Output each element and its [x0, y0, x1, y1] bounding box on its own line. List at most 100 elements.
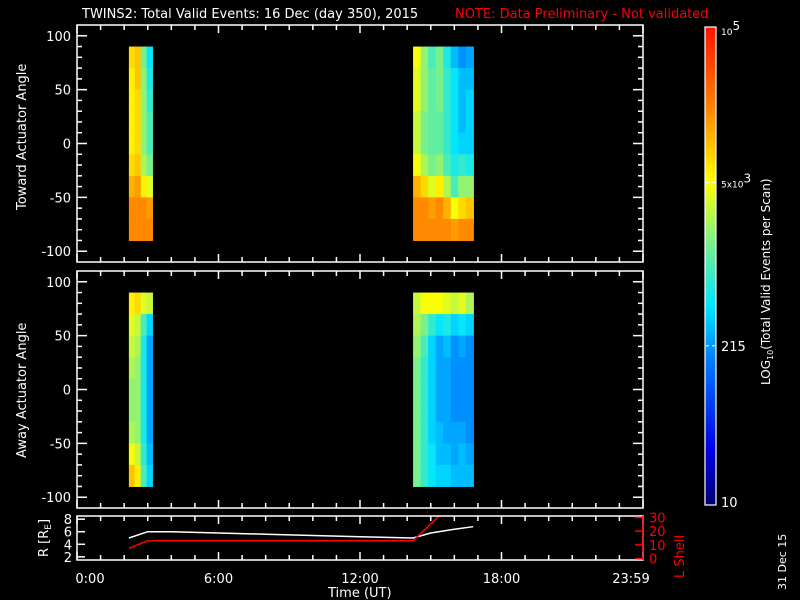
- heatmap-cell: [134, 154, 142, 177]
- heatmap-cell: [435, 68, 444, 91]
- heatmap-cell: [465, 68, 474, 91]
- colorbar-label-rest: (Total Valid Events per Scan): [759, 178, 773, 349]
- heatmap-cell: [134, 89, 142, 112]
- heatmap-cell: [465, 335, 474, 358]
- orbit-panel: 246801020300:00 6:00 12:00 18:00 23:59R [RE]…: [37, 511, 688, 587]
- heatmap-cell: [413, 111, 422, 134]
- heatmap-cell: [443, 357, 452, 380]
- heatmap-cell: [140, 443, 148, 466]
- heatmap-cell: [465, 197, 474, 220]
- heatmap-cell: [443, 292, 452, 315]
- heatmap-cell: [146, 443, 153, 466]
- away-angle-ylabel: Away Actuator Angle: [15, 323, 30, 458]
- heatmap-cell: [134, 443, 142, 466]
- heatmap-cell: [420, 443, 429, 466]
- heatmap-cell: [146, 357, 153, 380]
- heatmap-cell: [465, 175, 474, 198]
- heatmap-cell: [435, 357, 444, 380]
- heatmap-cell: [134, 464, 142, 487]
- heatmap-cell: [413, 314, 422, 337]
- heatmap-cell: [413, 335, 422, 358]
- time-tick-label: 23:59: [612, 572, 649, 587]
- heatmap-cell: [134, 314, 142, 337]
- heatmap-cell: [128, 175, 136, 198]
- heatmap-cell: [435, 421, 444, 444]
- heatmap-cell: [413, 357, 422, 380]
- heatmap-cell: [443, 175, 452, 198]
- heatmap-cell: [428, 154, 437, 177]
- ytick-label: 50: [54, 84, 71, 99]
- heatmap-cell: [146, 421, 153, 444]
- heatmap-cell: [140, 89, 148, 112]
- colorbar-tick-label: 105: [721, 19, 740, 38]
- heatmap-cell: [428, 464, 437, 487]
- plot-title: TWINS2: Total Valid Events: 16 Dec (day …: [81, 7, 418, 22]
- heatmap-cell: [420, 335, 429, 358]
- ytick-label: -50: [50, 191, 71, 206]
- heatmap-cell: [428, 335, 437, 358]
- heatmap-cell: [140, 154, 148, 177]
- ytick-label: 0: [63, 138, 71, 153]
- heatmap-cell: [128, 111, 136, 134]
- heatmap-cell: [413, 443, 422, 466]
- ytick-label: -100: [41, 245, 71, 260]
- heatmap-cell: [443, 68, 452, 91]
- heatmap-cell: [450, 378, 459, 401]
- heatmap-cell: [458, 46, 467, 69]
- heatmap-cell: [450, 335, 459, 358]
- heatmap-cell: [140, 197, 148, 220]
- toward-angle-panel: 100 50 0 -50 -100: [41, 24, 644, 263]
- heatmap-cell: [443, 132, 452, 155]
- heatmap-cell: [146, 111, 153, 134]
- colorbar-tick-label: 215: [721, 340, 746, 355]
- heatmap-cell: [435, 132, 444, 155]
- heatmap-cell: [146, 89, 153, 112]
- heatmap-cell: [458, 132, 467, 155]
- r-ytick-label: 8: [64, 513, 72, 528]
- side-date: 31 Dec 15: [776, 534, 789, 590]
- heatmap-cell: [465, 378, 474, 401]
- heatmap-cell: [435, 378, 444, 401]
- heatmap-cell: [146, 400, 153, 423]
- heatmap-cell: [140, 357, 148, 380]
- heatmap-cell: [134, 132, 142, 155]
- heatmap-cell: [420, 218, 429, 241]
- heatmap-cell: [128, 68, 136, 91]
- heatmap-cell: [443, 89, 452, 112]
- heatmap-cell: [458, 357, 467, 380]
- heatmap-cell: [435, 218, 444, 241]
- heatmap-cell: [443, 421, 452, 444]
- l-shell-ylabel: L Shell: [673, 535, 688, 578]
- heatmap-cell: [428, 400, 437, 423]
- heatmap-cell: [146, 464, 153, 487]
- heatmap-cell: [435, 154, 444, 177]
- plot-canvas: TWINS2: Total Valid Events: 16 Dec (day …: [15, 7, 789, 600]
- heatmap-cell: [420, 314, 429, 337]
- heatmap-cell: [428, 68, 437, 91]
- heatmap-cell: [435, 314, 444, 337]
- heatmap-cell: [134, 175, 142, 198]
- heatmap-cell: [443, 46, 452, 69]
- heatmap-cell: [458, 421, 467, 444]
- heatmap-cell: [465, 154, 474, 177]
- heatmap-cell: [435, 89, 444, 112]
- heatmap-cell: [428, 197, 437, 220]
- heatmap-cell: [413, 292, 422, 315]
- heatmap-cell: [450, 68, 459, 91]
- colorbar-label-sub: 10: [766, 350, 775, 360]
- heatmap-cell: [420, 378, 429, 401]
- heatmap-cell: [428, 421, 437, 444]
- heatmap-cell: [443, 335, 452, 358]
- heatmap-cell: [413, 132, 422, 155]
- heatmap-cell: [146, 197, 153, 220]
- heatmap-cell: [443, 197, 452, 220]
- heatmap-cell: [146, 132, 153, 155]
- heatmap-cell: [140, 400, 148, 423]
- heatmap-cell: [146, 68, 153, 91]
- panel0-frame: [76, 24, 644, 263]
- time-tick-label: 6:00: [204, 572, 233, 587]
- heatmap-cell: [428, 218, 437, 241]
- heatmap-cell: [134, 68, 142, 91]
- heatmap-cell: [420, 132, 429, 155]
- heatmap-cell: [465, 292, 474, 315]
